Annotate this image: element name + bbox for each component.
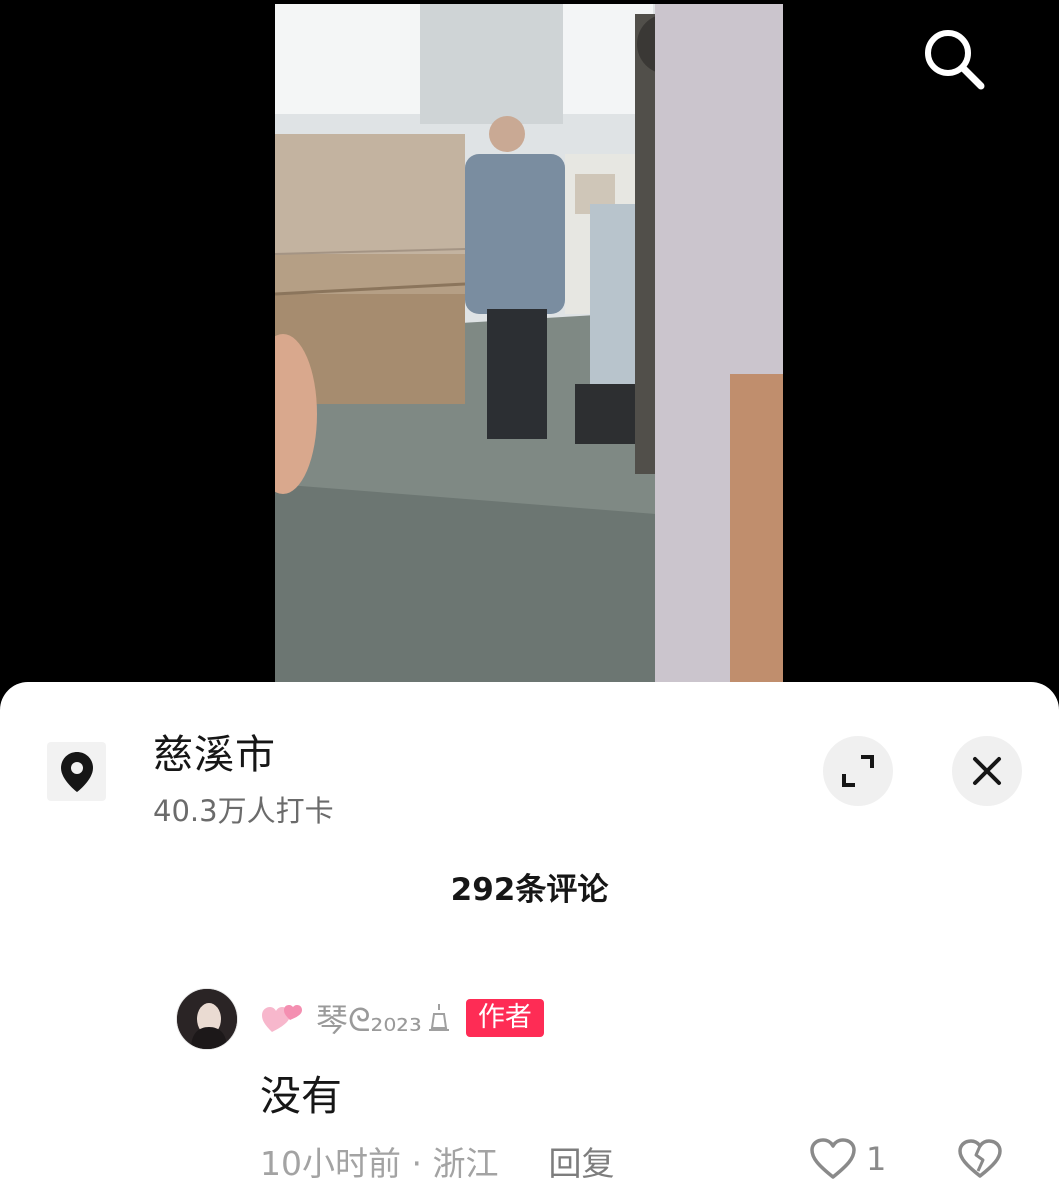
location-name[interactable]: 慈溪市 [153,722,276,780]
comment-count-title: 292条评论 [450,872,609,908]
expand-icon [842,755,874,787]
avatar[interactable] [176,988,238,1050]
video-frame[interactable] [275,4,783,700]
comment-user-line: 琴ᘓ₂₀₂₃ 作者 [260,996,544,1040]
expand-button[interactable] [823,736,893,806]
like-button[interactable]: 1 [808,1134,886,1184]
screen: 慈溪市 40.3万人打卡 292条评论 琴ᘓ₂₀₂₃ 作者 没有 10小时前 ·… [0,0,1059,1200]
location-pin-button[interactable] [47,742,106,801]
video-scene [275,4,783,700]
location-checkins: 40.3万人打卡 [153,794,334,828]
author-badge: 作者 [465,999,544,1037]
hearts-icon [262,1005,302,1032]
reply-button[interactable]: 回复 [548,1137,614,1185]
search-button[interactable] [914,22,994,96]
close-icon [973,757,1001,785]
heart-icon [810,1138,856,1179]
dislike-button[interactable] [954,1134,1006,1184]
comment-time-location: 10小时前 · 浙江 [260,1144,499,1183]
like-count: 1 [866,1140,887,1178]
video-player[interactable] [0,0,1059,700]
broken-heart-icon [958,1139,1002,1178]
bell-icon [428,1004,449,1031]
avatar-image [177,989,237,1049]
close-button[interactable] [952,736,1022,806]
comment-meta: 10小时前 · 浙江 回复 [260,1138,614,1184]
search-icon [925,30,985,90]
comment-text: 没有 [260,1072,342,1120]
location-pin-icon [60,751,93,792]
comment-username[interactable]: 琴ᘓ₂₀₂₃ [316,995,422,1041]
